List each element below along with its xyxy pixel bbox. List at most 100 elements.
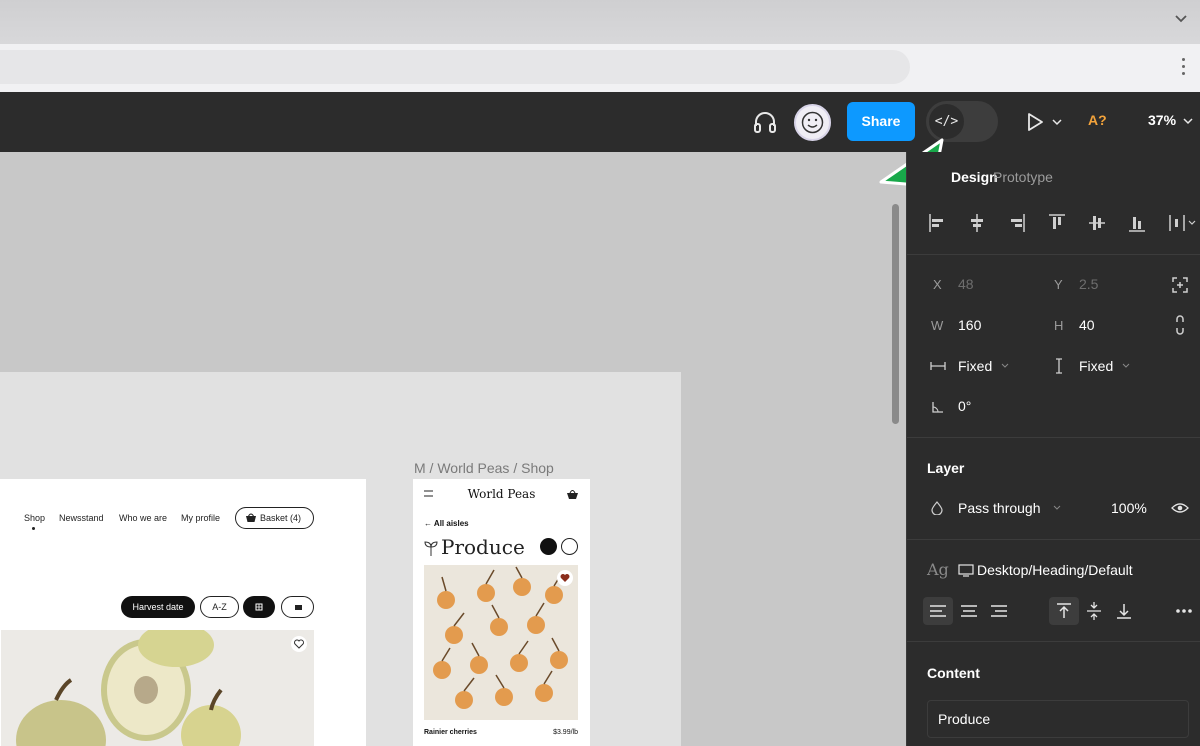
- nav-shop[interactable]: Shop: [24, 513, 45, 523]
- list-view-button[interactable]: [281, 596, 314, 618]
- align-horizontal-center-icon[interactable]: [967, 212, 987, 234]
- align-top-icon[interactable]: [1047, 212, 1067, 234]
- vertical-align-bottom-icon: [1117, 604, 1131, 619]
- basket-label: Basket: [260, 513, 288, 523]
- nav-newsstand[interactable]: Newsstand: [59, 513, 104, 523]
- vertical-align-top-icon: [1057, 603, 1071, 618]
- divider: [907, 437, 1200, 438]
- properties-panel: Design Prototype X 48 Y 2.5 W 160 H 40 F…: [906, 152, 1200, 746]
- heart-icon: [560, 574, 570, 582]
- text-align-right-icon: [991, 605, 1007, 617]
- y-input[interactable]: 2.5: [1079, 276, 1098, 292]
- design-canvas[interactable]: M / World Peas / Shop Shop Newsstand Who…: [0, 152, 906, 746]
- list-view-button[interactable]: [561, 538, 578, 555]
- rotation-input[interactable]: 0°: [958, 398, 971, 414]
- constraints-icon[interactable]: [1171, 276, 1189, 294]
- headphones-icon[interactable]: [752, 109, 778, 135]
- opacity-input[interactable]: 100%: [1111, 500, 1147, 516]
- grid-view-button[interactable]: [243, 596, 275, 618]
- tab-design[interactable]: Design: [951, 169, 998, 185]
- text-align-center-button[interactable]: [954, 597, 984, 625]
- chevron-down-icon[interactable]: [1001, 363, 1009, 369]
- accessibility-check-button[interactable]: A?: [1088, 112, 1107, 128]
- desktop-frame[interactable]: Shop Newsstand Who we are My profile Bas…: [0, 479, 366, 746]
- vertical-resize-icon: [1056, 358, 1062, 374]
- basket-icon[interactable]: [567, 489, 578, 499]
- desktop-monitor-icon: [958, 564, 974, 577]
- mobile-frame[interactable]: World Peas ← All aisles Produce Rainier …: [413, 479, 590, 746]
- favorite-button[interactable]: [557, 570, 573, 586]
- content-section-title: Content: [927, 665, 980, 681]
- x-input[interactable]: 48: [958, 276, 974, 292]
- canvas-scrollbar[interactable]: [892, 204, 899, 424]
- favorite-button[interactable]: [291, 636, 307, 652]
- chevron-down-icon[interactable]: [1122, 363, 1130, 369]
- text-align-left-button[interactable]: [923, 597, 953, 625]
- cherries-product-image[interactable]: [424, 565, 578, 720]
- code-icon: </>: [929, 104, 964, 139]
- width-mode-select[interactable]: Fixed: [958, 358, 992, 374]
- dev-mode-toggle[interactable]: </>: [926, 101, 998, 142]
- text-style-icon: Ag: [927, 560, 949, 579]
- editor-toolbar: Share </> A? 37%: [0, 92, 1200, 152]
- filter-harvest-date[interactable]: Harvest date: [121, 596, 195, 618]
- vertical-align-bottom-button[interactable]: [1109, 597, 1139, 625]
- text-align-right-button[interactable]: [984, 597, 1014, 625]
- align-left-icon[interactable]: [927, 212, 947, 234]
- smiley-icon: [801, 111, 824, 134]
- height-mode-select[interactable]: Fixed: [1079, 358, 1113, 374]
- chevron-down-icon[interactable]: [1183, 116, 1193, 126]
- zoom-level[interactable]: 37%: [1148, 112, 1176, 128]
- filter-a-z[interactable]: A-Z: [200, 596, 239, 618]
- text-style-name[interactable]: Desktop/Heading/Default: [977, 562, 1133, 578]
- vertical-align-middle-button[interactable]: [1079, 597, 1109, 625]
- pears-illustration: [16, 630, 241, 746]
- blend-mode-select[interactable]: Pass through: [958, 500, 1041, 516]
- vertical-align-top-button[interactable]: [1049, 597, 1079, 625]
- heart-icon: [294, 639, 304, 649]
- present-play-icon[interactable]: [1026, 111, 1066, 133]
- align-bottom-icon[interactable]: [1127, 212, 1147, 234]
- w-label: W: [931, 318, 944, 333]
- divider: [907, 539, 1200, 540]
- nav-my-profile[interactable]: My profile: [181, 513, 220, 523]
- w-input[interactable]: 160: [958, 317, 981, 333]
- rotation-icon: [932, 402, 943, 413]
- grid-icon: [255, 603, 263, 611]
- alignment-toolbar: [927, 212, 1199, 236]
- divider: [907, 641, 1200, 642]
- more-options-button[interactable]: [1169, 597, 1199, 625]
- url-field[interactable]: [0, 50, 910, 84]
- kebab-icon[interactable]: [1182, 58, 1186, 78]
- x-label: X: [933, 277, 942, 292]
- chevron-down-icon[interactable]: [1174, 12, 1188, 26]
- align-vertical-center-icon[interactable]: [1087, 212, 1107, 234]
- product-name: Rainier cherries: [424, 729, 477, 736]
- browser-address-bar: [0, 44, 1200, 92]
- tab-prototype[interactable]: Prototype: [993, 169, 1053, 185]
- page-heading[interactable]: Produce: [441, 535, 525, 559]
- frame-label[interactable]: M / World Peas / Shop: [414, 460, 554, 476]
- nav-who-we-are[interactable]: Who we are: [119, 513, 167, 523]
- divider: [907, 254, 1200, 255]
- h-input[interactable]: 40: [1079, 317, 1095, 333]
- avatar[interactable]: [794, 104, 831, 141]
- basket-button[interactable]: Basket (4): [235, 507, 314, 529]
- share-button[interactable]: Share: [847, 102, 915, 141]
- distribute-icon[interactable]: [1167, 212, 1199, 234]
- back-link[interactable]: ← All aisles: [424, 519, 469, 528]
- browser-tab-strip: [0, 0, 1200, 44]
- pear-product-image[interactable]: [1, 630, 314, 746]
- content-text-field[interactable]: Produce: [927, 700, 1189, 738]
- horizontal-resize-icon: [930, 362, 946, 370]
- sprout-icon: [424, 541, 438, 556]
- y-label: Y: [1054, 277, 1063, 292]
- chevron-down-icon[interactable]: [1053, 505, 1061, 511]
- eye-icon[interactable]: [1171, 502, 1189, 514]
- cherries-illustration: [433, 566, 568, 709]
- align-right-icon[interactable]: [1007, 212, 1027, 234]
- grid-view-button[interactable]: [540, 538, 557, 555]
- h-label: H: [1054, 318, 1064, 333]
- constrain-proportions-icon[interactable]: [1173, 315, 1187, 335]
- text-align-center-icon: [961, 605, 977, 617]
